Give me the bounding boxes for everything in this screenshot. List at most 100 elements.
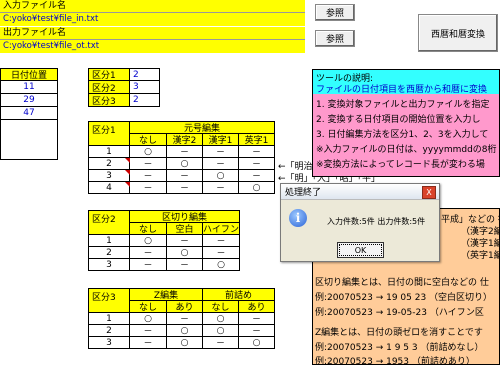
table1-cell: －	[167, 182, 203, 194]
table1-label: 区分1	[88, 121, 130, 146]
comment-marker-icon	[125, 158, 130, 163]
table1-cell: ○	[239, 182, 275, 194]
tool-desc-note: ※変換方法によってレコード長が変わる場	[316, 160, 485, 170]
convert-button[interactable]: 西暦和暦変換	[418, 14, 498, 52]
table2-col: なし	[130, 223, 167, 235]
input-file-label-cell: 入力ファイル名	[0, 0, 305, 13]
table1-cell: －	[239, 146, 275, 158]
table3-cell: ○	[167, 325, 203, 337]
table3-row-num: 3	[88, 337, 130, 349]
input-file-label: 入力ファイル名	[3, 1, 67, 11]
table1-col: 英字1	[239, 134, 275, 146]
table2-row-num: 3	[88, 259, 130, 271]
date-pos-empty-rows	[0, 120, 58, 160]
table1-row-num: 1	[88, 146, 130, 158]
table2-cell: －	[203, 247, 240, 259]
table2-group-header: 区切り編集	[130, 210, 240, 223]
category-label: 区分3	[88, 94, 130, 107]
explanation-line: 例:20070523 → 1 9 5 3 （前詰めなし）	[315, 343, 484, 353]
era-note-line: （英字1編	[461, 251, 500, 261]
table2-col: ハイフン	[203, 223, 240, 235]
date-pos-value[interactable]: 47	[0, 107, 58, 120]
table2-label: 区分2	[88, 210, 130, 235]
table2-row-num: 2	[88, 247, 130, 259]
ok-button[interactable]: OK	[337, 242, 384, 258]
table3-cell: －	[239, 313, 275, 325]
dialog-message: 入力件数:5件 出力件数:5件	[327, 217, 426, 226]
table3-cell: ○	[203, 325, 239, 337]
table1-col: 漢字1	[203, 134, 239, 146]
table2-cell: －	[167, 235, 203, 247]
date-pos-value[interactable]: 11	[0, 81, 58, 94]
category-value[interactable]: 2	[130, 94, 160, 107]
table1-cell: －	[203, 146, 239, 158]
table1-cell: －	[239, 170, 275, 182]
table3-cell: －	[239, 325, 275, 337]
dialog-title: 処理終了	[285, 188, 322, 198]
table2-col: 空白	[167, 223, 203, 235]
comment-marker-icon	[125, 170, 130, 175]
table3-label: 区分3	[88, 288, 130, 313]
table3-cell: ○	[167, 337, 203, 349]
date-pos-header: 日付位置	[0, 68, 58, 81]
table1-cell: －	[167, 170, 203, 182]
explanation-line: 例:20070523 → 19 05 23 （空白区切り）	[315, 293, 493, 303]
table3-col: あり	[167, 301, 203, 313]
table3-cell: －	[203, 337, 239, 349]
table2-row-num: 1	[88, 235, 130, 247]
table2-cell: －	[167, 259, 203, 271]
table3-row-num: 2	[88, 325, 130, 337]
input-browse-button[interactable]: 参照	[315, 4, 355, 21]
tool-description-panel: ツールの説明: ファイルの日付項目を西暦から和暦に変換 1. 変換対象ファイルと…	[312, 69, 500, 177]
table3-row-num: 1	[88, 313, 130, 325]
table1-col: 漢字2	[167, 134, 203, 146]
category-value[interactable]: 3	[130, 81, 160, 94]
table3-col: なし	[130, 301, 167, 313]
table1-cell: ○	[203, 170, 239, 182]
category-label: 区分2	[88, 81, 130, 94]
table1-row-num: 3	[88, 170, 130, 182]
table3-cell: －	[130, 337, 167, 349]
table2-cell: －	[130, 259, 167, 271]
tool-desc-step: 3. 日付編集方法を区分1、2、3を入力して	[316, 130, 489, 140]
close-icon[interactable]: X	[422, 186, 436, 199]
table3-cell: －	[130, 325, 167, 337]
table2-cell: ○	[130, 235, 167, 247]
category-value[interactable]: 2	[130, 68, 160, 81]
date-pos-value[interactable]: 29	[0, 94, 58, 107]
table1-col: なし	[130, 134, 167, 146]
tool-desc-note: ※入力ファイルの日付は、yyyymmddの8桁	[316, 145, 497, 155]
table1-group-header: 元号編集	[130, 121, 275, 134]
output-file-label-cell: 出力ファイル名	[0, 27, 305, 40]
table3-col: なし	[203, 301, 239, 313]
table2-cell: －	[203, 235, 240, 247]
table1-row-num: 4	[88, 182, 130, 194]
table1-cell: －	[167, 146, 203, 158]
output-file-path[interactable]: C:yoko¥test¥file_ot.txt	[0, 40, 305, 53]
table3-col: あり	[239, 301, 275, 313]
output-browse-button[interactable]: 参照	[315, 30, 355, 47]
dialog-title-bar[interactable]: 処理終了	[281, 184, 439, 200]
comment-marker-icon	[125, 182, 130, 187]
explanation-line: 例:20070523 → 19-05-23 （ハイフン区	[315, 308, 484, 318]
table1-cell: －	[203, 182, 239, 194]
table3-group1-header: Z編集	[130, 288, 203, 301]
explanation-line: Z編集とは、日付の頭ゼロを消すことです	[315, 328, 483, 338]
table2-cell: －	[130, 247, 167, 259]
table1-cell: －	[239, 158, 275, 170]
table1-cell: －	[130, 182, 167, 194]
table1-cell: －	[130, 158, 167, 170]
table1-row-num: 2	[88, 158, 130, 170]
table1-cell: －	[203, 158, 239, 170]
table3-group2-header: 前詰め	[203, 288, 275, 301]
output-file-label: 出力ファイル名	[3, 28, 67, 38]
tool-desc-step: 2. 変換する日付項目の開始位置を入力し	[316, 115, 481, 125]
explanation-line: 例:20070523 → 1953 （前詰めあり）	[315, 357, 475, 365]
table1-cell: －	[130, 170, 167, 182]
category-label: 区分1	[88, 68, 130, 81]
input-file-path[interactable]: C:yoko¥test¥file_in.txt	[0, 13, 305, 26]
table3-cell: ○	[239, 337, 275, 349]
table2-cell: ○	[203, 259, 240, 271]
table1-cell: ○	[167, 158, 203, 170]
table3-cell: －	[167, 313, 203, 325]
